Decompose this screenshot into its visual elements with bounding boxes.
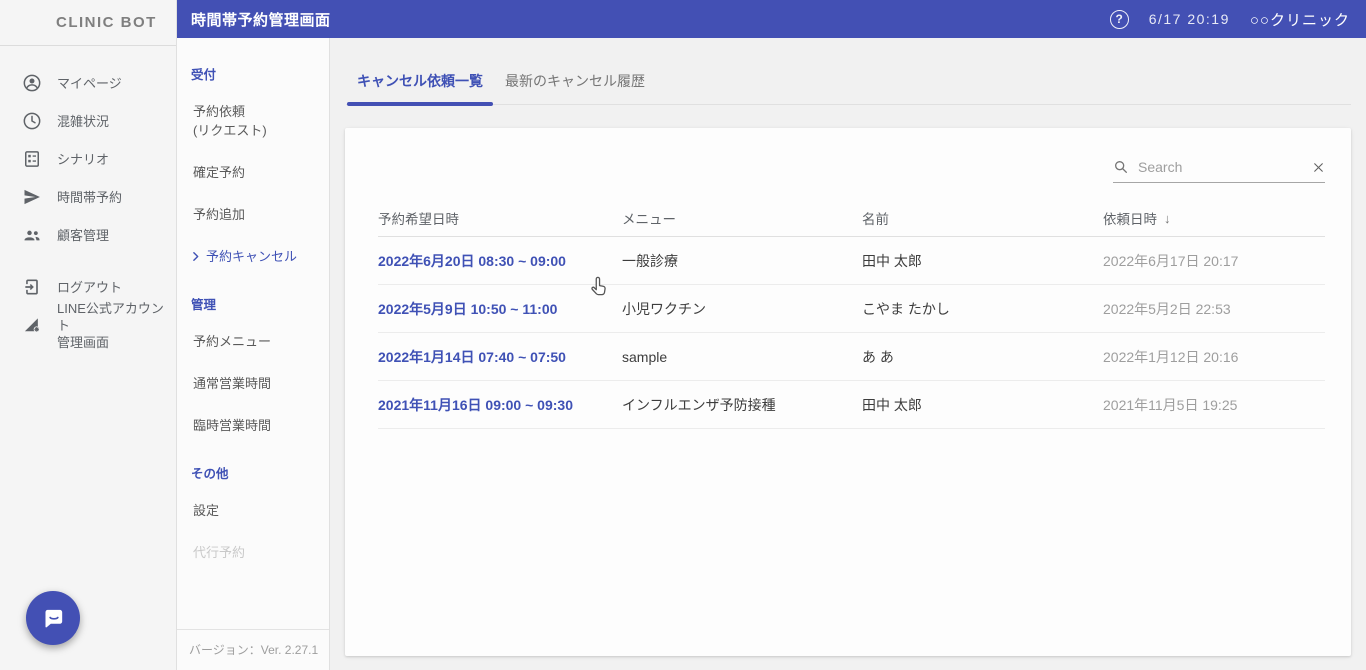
- submenu-item-settings[interactable]: 設定: [193, 501, 329, 520]
- submenu-item-add-reservation[interactable]: 予約追加: [193, 205, 329, 224]
- submenu-item-reservation-request[interactable]: 予約依頼 (リクエスト): [193, 102, 329, 140]
- submenu-section-reception: 受付 予約依頼 (リクエスト) 確定予約 予約追加 予約キャンセル: [177, 64, 329, 289]
- sidebar-item-timeslot-reservation[interactable]: 時間帯予約: [0, 178, 176, 216]
- cell-desired-datetime: 2022年5月9日 10:50 ~ 11:00: [378, 299, 622, 319]
- sidebar-item-label: 混雑状況: [57, 113, 109, 130]
- sidebar-item-congestion[interactable]: 混雑状況: [0, 102, 176, 140]
- cell-name: 田中 太郎: [862, 251, 1103, 271]
- sidebar-item-mypage[interactable]: マイページ: [0, 64, 176, 102]
- submenu-section-management: 管理 予約メニュー 通常営業時間 臨時営業時間: [177, 294, 329, 458]
- sidebar-item-scenario[interactable]: シナリオ: [0, 140, 176, 178]
- topbar: 時間帯予約管理画面 ? 6/17 20:19 ○○クリニック: [177, 0, 1366, 38]
- topbar-right: ? 6/17 20:19 ○○クリニック: [1110, 9, 1350, 30]
- submenu-item-reservation-cancel[interactable]: 予約キャンセル: [189, 247, 329, 266]
- submenu-item-label: 予約キャンセル: [206, 247, 297, 266]
- column-header-requested-at[interactable]: 依頼日時 ↓: [1103, 208, 1325, 228]
- cancel-request-card: 予約希望日時 メニュー 名前 依頼日時 ↓ 2022年6月20日 08:30 ~…: [345, 128, 1351, 656]
- help-icon[interactable]: ?: [1110, 10, 1129, 29]
- table-row[interactable]: 2022年5月9日 10:50 ~ 11:00 小児ワクチン こやま たかし 2…: [378, 285, 1325, 333]
- cancel-request-table: 予約希望日時 メニュー 名前 依頼日時 ↓ 2022年6月20日 08:30 ~…: [378, 200, 1325, 429]
- tab-bar: キャンセル依頼一覧 最新のキャンセル履歴: [346, 62, 1351, 105]
- table-row[interactable]: 2022年1月14日 07:40 ~ 07:50 sample あ あ 2022…: [378, 333, 1325, 381]
- cell-requested-at: 2022年6月17日 20:17: [1103, 251, 1325, 271]
- cell-name: 田中 太郎: [862, 395, 1103, 415]
- send-icon: [22, 187, 42, 207]
- main-panel: キャンセル依頼一覧 最新のキャンセル履歴 予約希望日時: [330, 38, 1366, 670]
- app-logo: CLINIC BOT: [0, 0, 176, 46]
- search-row: [378, 128, 1325, 183]
- right-column: 時間帯予約管理画面 ? 6/17 20:19 ○○クリニック 受付 予約依頼 (…: [177, 0, 1366, 670]
- help-glyph: ?: [1116, 12, 1123, 26]
- people-icon: [22, 225, 42, 245]
- submenu-section-title: その他: [191, 463, 329, 482]
- tab-latest-cancel-history[interactable]: 最新のキャンセル履歴: [494, 62, 656, 104]
- cell-menu: sample: [622, 349, 862, 365]
- column-header-name[interactable]: 名前: [862, 208, 1103, 228]
- column-header-desired-datetime[interactable]: 予約希望日時: [378, 208, 622, 228]
- submenu-item-normal-business-hours[interactable]: 通常営業時間: [193, 374, 329, 393]
- search-icon: [1113, 159, 1129, 175]
- cell-requested-at: 2022年1月12日 20:16: [1103, 347, 1325, 367]
- app-logo-text: CLINIC BOT: [56, 14, 157, 31]
- page-title: 時間帯予約管理画面: [191, 9, 331, 30]
- nav-spacer: [0, 254, 176, 268]
- chat-button[interactable]: [26, 591, 80, 645]
- submenu-section-title: 管理: [191, 294, 329, 313]
- sidebar-item-label: マイページ: [57, 75, 122, 92]
- cell-menu: 一般診療: [622, 251, 862, 271]
- submenu-item-reservation-menu[interactable]: 予約メニュー: [193, 332, 329, 351]
- cell-name: あ あ: [862, 347, 1103, 367]
- submenu-section-title: 受付: [191, 64, 329, 83]
- sidebar-item-line-official-account[interactable]: LINE公式アカウント 管理画面: [0, 306, 176, 344]
- tab-cancel-request-list[interactable]: キャンセル依頼一覧: [346, 62, 494, 104]
- clinic-name[interactable]: ○○クリニック: [1250, 9, 1350, 30]
- search-box: [1113, 159, 1325, 183]
- chevron-right-icon: [189, 250, 202, 263]
- table-header-row: 予約希望日時 メニュー 名前 依頼日時 ↓: [378, 200, 1325, 237]
- sidebar-item-label: 顧客管理: [57, 227, 109, 244]
- sidebar-item-label: シナリオ: [57, 151, 109, 168]
- cell-requested-at: 2022年5月2日 22:53: [1103, 299, 1325, 319]
- table-row[interactable]: 2021年11月16日 09:00 ~ 09:30 インフルエンザ予防接種 田中…: [378, 381, 1325, 429]
- line-account-manage-icon: [22, 315, 42, 335]
- logout-icon: [22, 277, 42, 297]
- chat-bubble-icon: [40, 605, 67, 632]
- sidebar-item-customer-management[interactable]: 顧客管理: [0, 216, 176, 254]
- cell-desired-datetime: 2021年11月16日 09:00 ~ 09:30: [378, 395, 622, 415]
- submenu-section-others: その他 設定 代行予約: [177, 463, 329, 585]
- search-input[interactable]: [1138, 159, 1303, 175]
- version-label: バージョン：Ver. 2.27.1: [177, 629, 329, 670]
- sidebar-item-label: 時間帯予約: [57, 189, 122, 206]
- account-circle-icon: [22, 73, 42, 93]
- cell-desired-datetime: 2022年6月20日 08:30 ~ 09:00: [378, 251, 622, 271]
- clock-icon: [22, 111, 42, 131]
- clear-search-icon[interactable]: [1312, 161, 1325, 174]
- ballot-icon: [22, 149, 42, 169]
- primary-nav: マイページ 混雑状況 シナリオ 時間帯予約 顧客管理 ログアウト: [0, 46, 176, 344]
- submenu-item-confirmed-reservation[interactable]: 確定予約: [193, 163, 329, 182]
- content-row: 受付 予約依頼 (リクエスト) 確定予約 予約追加 予約キャンセル 管理 予約メ…: [177, 38, 1366, 670]
- cell-desired-datetime: 2022年1月14日 07:40 ~ 07:50: [378, 347, 622, 367]
- column-header-label: 依頼日時: [1103, 208, 1157, 228]
- cell-menu: インフルエンザ予防接種: [622, 395, 862, 415]
- primary-sidebar: CLINIC BOT マイページ 混雑状況 シナリオ 時間帯予約 顧客管理: [0, 0, 177, 670]
- sort-desc-icon: ↓: [1164, 211, 1171, 226]
- app-window: CLINIC BOT マイページ 混雑状況 シナリオ 時間帯予約 顧客管理: [0, 0, 1366, 670]
- cell-requested-at: 2021年11月5日 19:25: [1103, 395, 1325, 415]
- cell-name: こやま たかし: [862, 299, 1103, 319]
- sidebar-item-label: ログアウト: [57, 279, 122, 296]
- header-datetime: 6/17 20:19: [1149, 11, 1230, 27]
- column-header-menu[interactable]: メニュー: [622, 208, 862, 228]
- secondary-sidebar: 受付 予約依頼 (リクエスト) 確定予約 予約追加 予約キャンセル 管理 予約メ…: [177, 38, 330, 670]
- submenu-item-proxy-reservation: 代行予約: [193, 543, 329, 562]
- sidebar-item-label: LINE公式アカウント 管理画面: [57, 300, 176, 351]
- table-row[interactable]: 2022年6月20日 08:30 ~ 09:00 一般診療 田中 太郎 2022…: [378, 237, 1325, 285]
- submenu-item-temporary-business-hours[interactable]: 臨時営業時間: [193, 416, 329, 435]
- cell-menu: 小児ワクチン: [622, 299, 862, 319]
